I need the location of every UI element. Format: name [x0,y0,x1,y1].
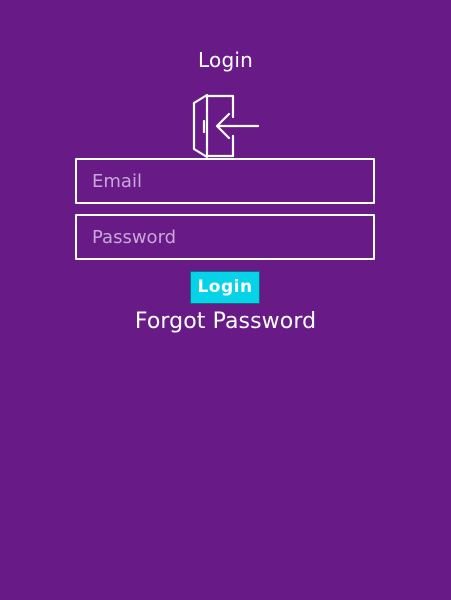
page-title: Login [198,48,253,72]
email-field[interactable] [75,158,375,204]
forgot-password-link[interactable]: Forgot Password [0,307,451,337]
login-button[interactable]: Login [190,271,260,304]
login-door-arrow-icon [192,93,260,159]
password-field[interactable] [75,214,375,260]
login-page: Login Login Forgot Password [0,0,451,600]
